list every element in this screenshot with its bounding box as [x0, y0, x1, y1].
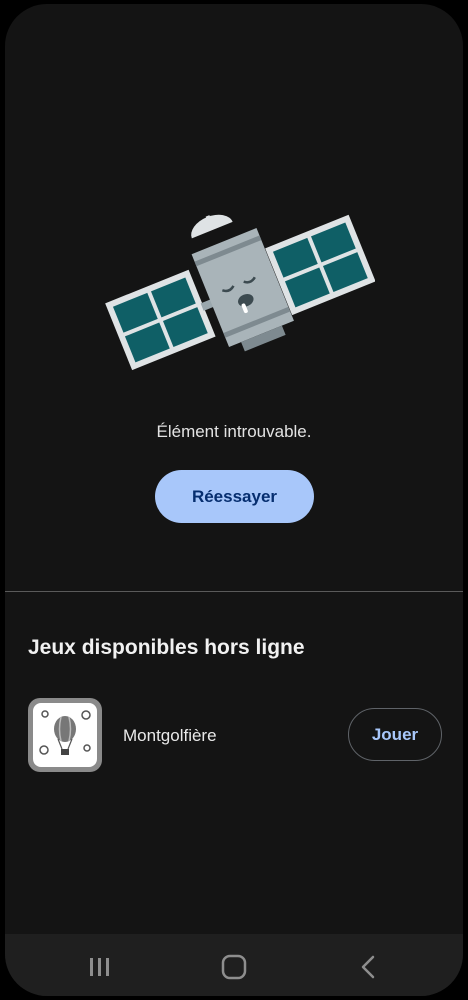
app-screen: Élément introuvable. Réessayer Jeux disp…	[5, 4, 463, 996]
play-button[interactable]: Jouer	[348, 708, 442, 761]
section-divider	[5, 591, 463, 592]
offline-games-title: Jeux disponibles hors ligne	[28, 636, 305, 659]
navigation-bar	[5, 934, 463, 996]
game-thumbnail[interactable]	[28, 698, 102, 772]
home-icon[interactable]	[219, 952, 249, 982]
game-list-item[interactable]: Montgolfière Jouer	[5, 694, 463, 776]
recent-apps-icon[interactable]	[85, 952, 115, 982]
hot-air-balloon-icon	[33, 703, 97, 767]
sleeping-satellite-illustration	[105, 204, 376, 404]
error-message: Élément introuvable.	[156, 422, 312, 441]
game-name: Montgolfière	[123, 726, 217, 745]
retry-button[interactable]: Réessayer	[155, 470, 314, 523]
device-frame: Élément introuvable. Réessayer Jeux disp…	[0, 0, 468, 1000]
back-icon[interactable]	[353, 952, 383, 982]
satellite-icon	[105, 214, 376, 371]
